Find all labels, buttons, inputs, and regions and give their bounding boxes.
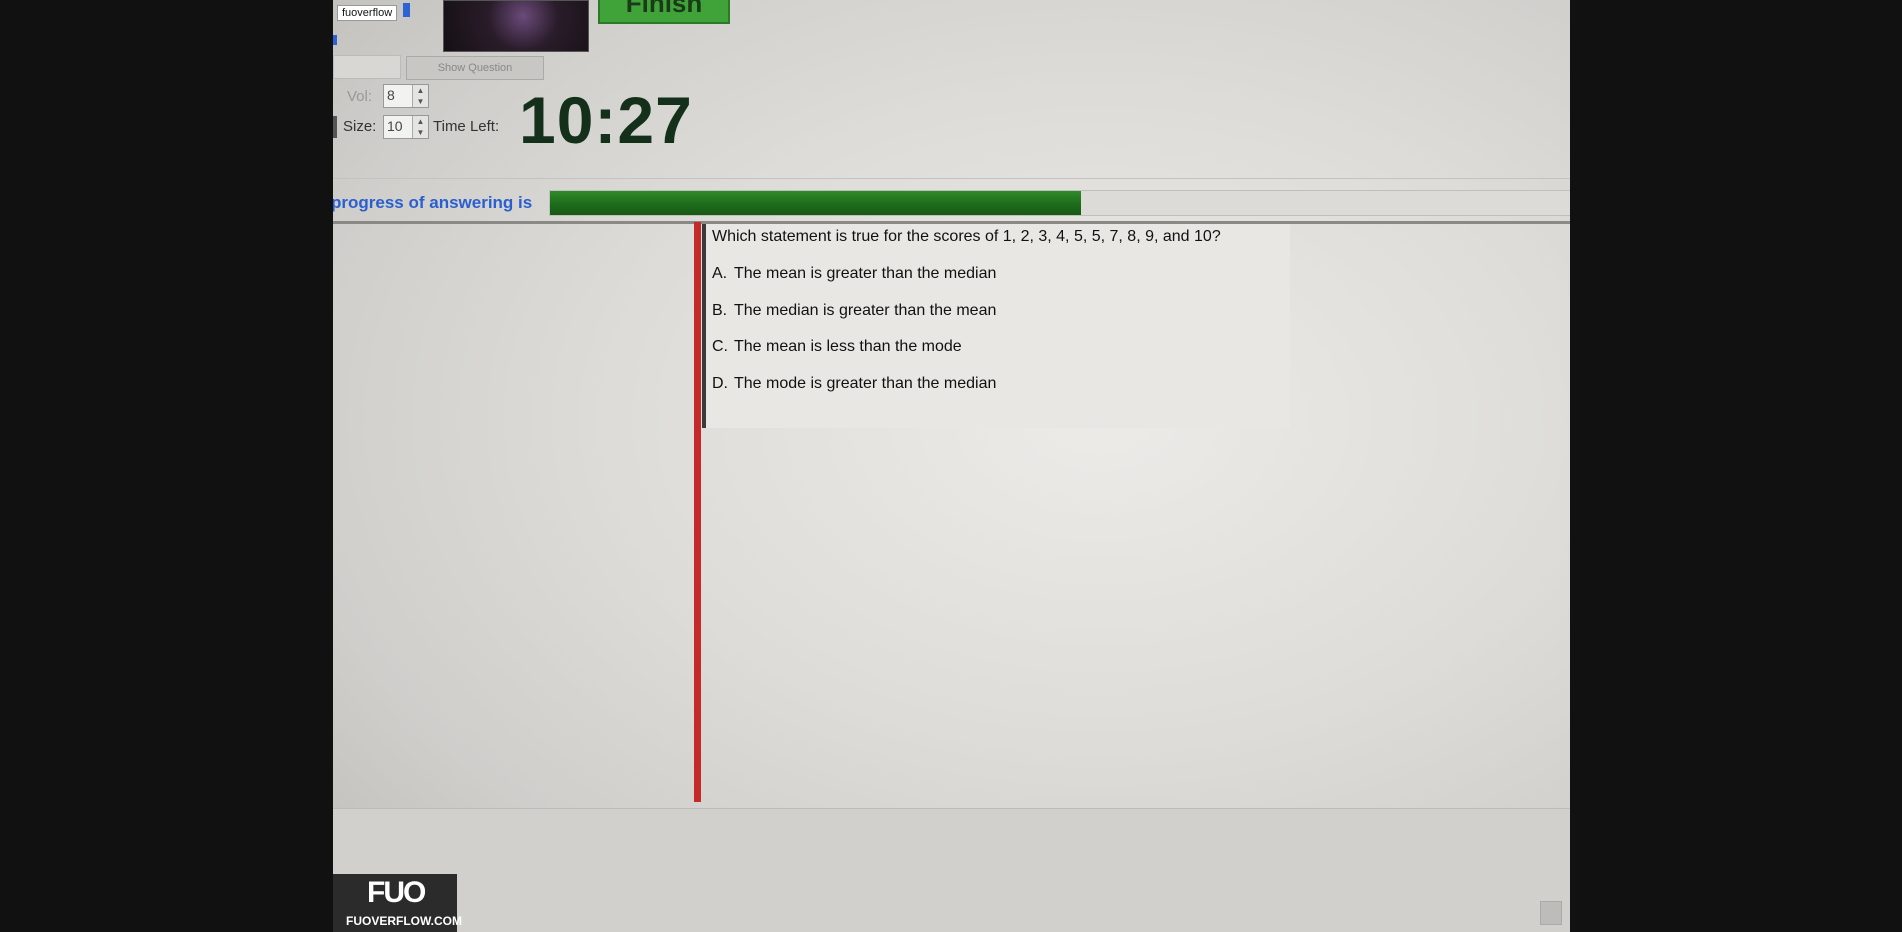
answer-input[interactable] (333, 55, 401, 79)
option-letter: A. (712, 265, 728, 282)
option-a[interactable]: A. The mean is greater than the median (712, 265, 996, 283)
stepper-arrows-icon[interactable]: ▲ ▼ (412, 85, 428, 107)
size-stepper[interactable]: 10 ▲ ▼ (383, 115, 429, 139)
watermark-tag: fuoverflow (337, 5, 398, 21)
question-text: Which statement is true for the scores o… (712, 228, 1221, 245)
logo-mark: FUO (367, 876, 426, 909)
option-letter: B. (712, 302, 728, 319)
progress-bar (549, 190, 1570, 216)
progress-fill (550, 191, 1081, 215)
logo-site-text: FUOVERFLOW.COM (346, 914, 462, 928)
progress-label: progress of answering is (333, 193, 533, 212)
resize-grip[interactable] (1540, 901, 1562, 925)
option-text: The median is greater than the mean (734, 302, 997, 319)
time-left-label: Time Left: (433, 118, 500, 135)
option-d[interactable]: D. The mode is greater than the median (712, 375, 996, 393)
option-letter: C. (712, 338, 728, 355)
vol-stepper[interactable]: 8 ▲ ▼ (383, 84, 429, 108)
blue-icon (403, 3, 410, 17)
show-question-button[interactable]: Show Question (406, 56, 544, 80)
site-logo: FUO FUOVERFLOW.COM (333, 874, 462, 932)
option-text: The mode is greater than the median (734, 375, 997, 392)
size-label: Size: (343, 118, 377, 135)
finish-button[interactable]: Finish (598, 0, 730, 24)
vol-value: 8 (387, 87, 395, 103)
option-text: The mean is less than the mode (734, 338, 962, 355)
blue-marker (333, 35, 337, 45)
student-photo (443, 0, 589, 52)
divider (333, 178, 1570, 179)
option-letter: D. (712, 375, 728, 392)
option-c[interactable]: C. The mean is less than the mode (712, 338, 962, 356)
size-value: 10 (387, 118, 403, 134)
bottom-band (333, 808, 1570, 932)
question-panel: Which statement is true for the scores o… (702, 224, 1290, 428)
stepper-arrows-icon[interactable]: ▲ ▼ (412, 116, 428, 138)
edge-control (333, 116, 337, 138)
option-b[interactable]: B. The median is greater than the mean (712, 302, 996, 320)
countdown-timer: 10:27 (519, 83, 693, 157)
option-text: The mean is greater than the median (734, 265, 997, 282)
red-margin-bar (694, 222, 701, 802)
exam-client-window: fuoverflow Finish Show Question Vol: 8 ▲… (333, 0, 1570, 932)
vol-label: Vol: (347, 88, 373, 105)
